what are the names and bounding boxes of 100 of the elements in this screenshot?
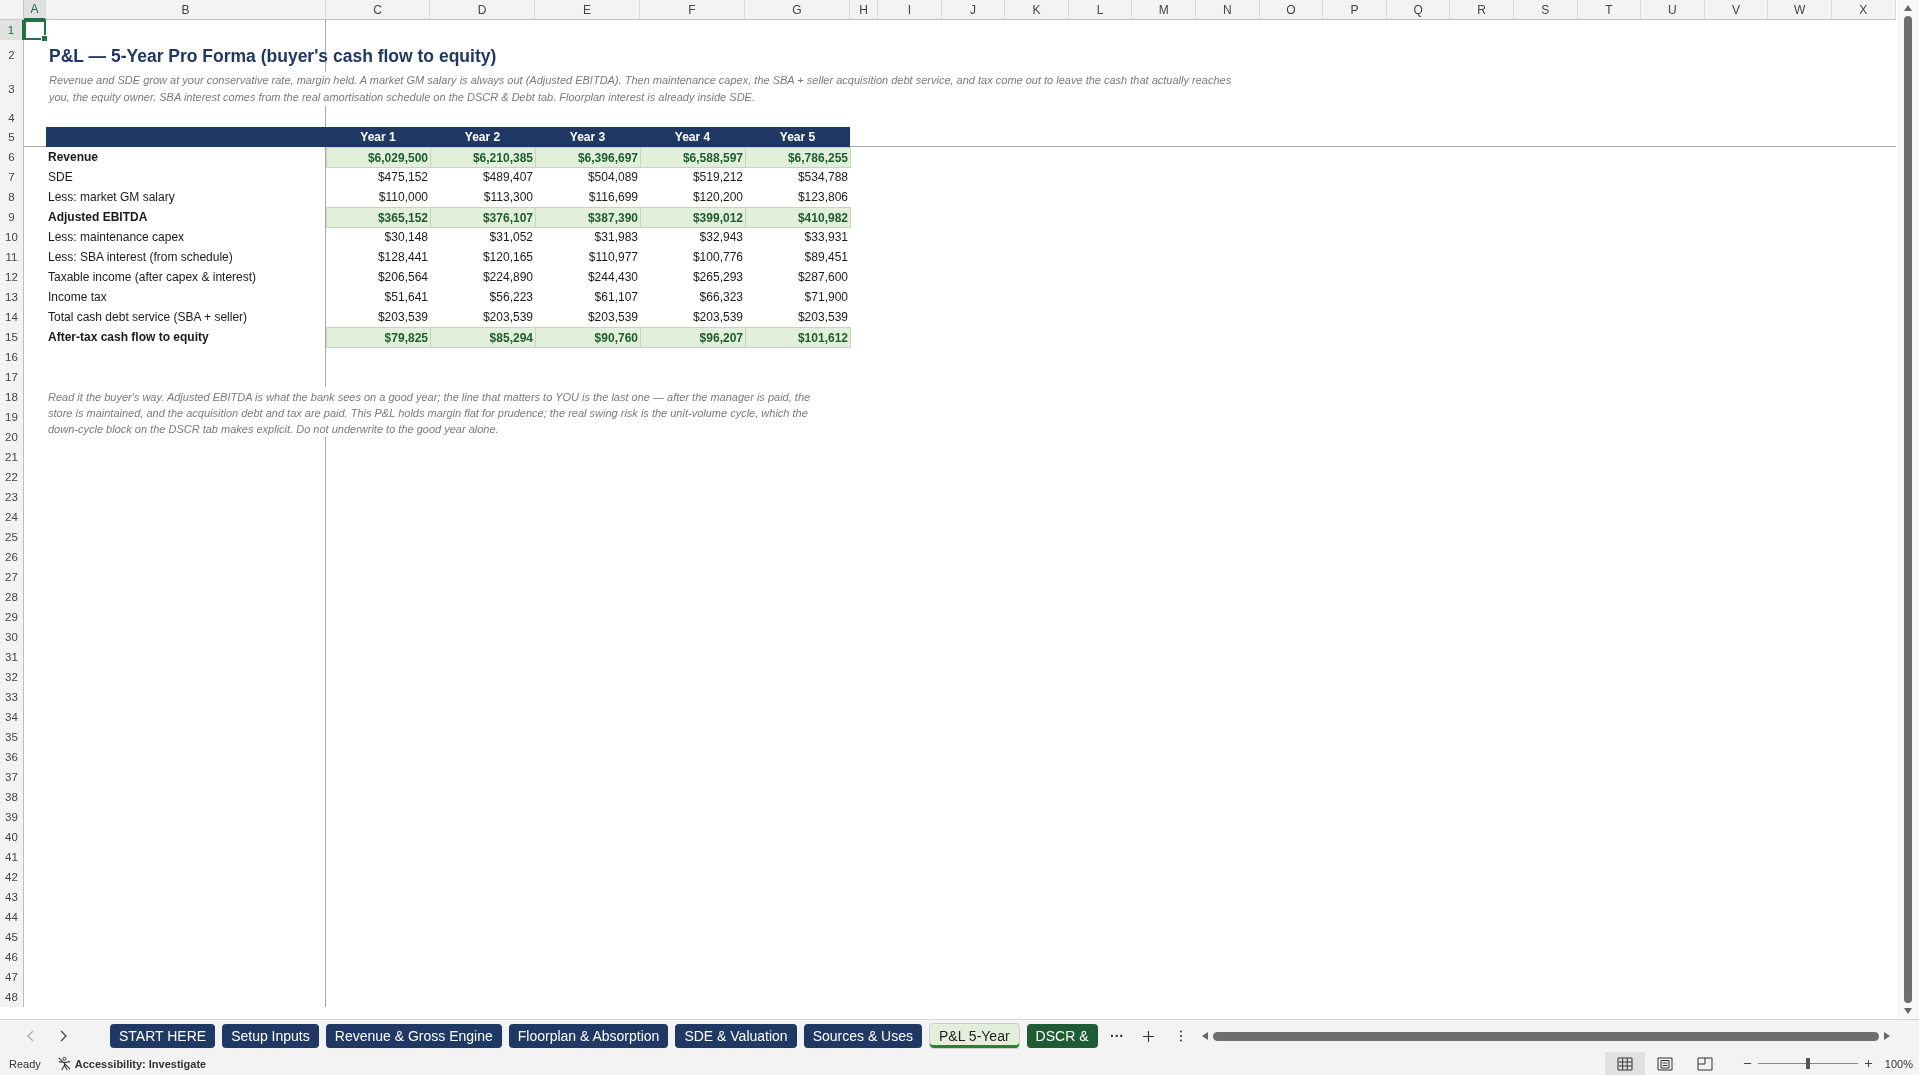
row-header[interactable]: 19 [0, 407, 24, 427]
column-header[interactable]: J [941, 0, 1006, 20]
row-header[interactable]: 32 [0, 667, 24, 687]
column-header[interactable]: G [745, 0, 850, 20]
row-header[interactable]: 18 [0, 387, 24, 407]
row-header[interactable]: 45 [0, 927, 24, 947]
row-header[interactable]: 46 [0, 947, 24, 967]
add-sheet-icon[interactable] [1142, 1029, 1155, 1043]
accessibility-status[interactable]: Accessibility: Investigate [74, 1057, 207, 1070]
row-header[interactable]: 42 [0, 867, 24, 887]
row-header[interactable]: 11 [0, 247, 24, 267]
row-header[interactable]: 40 [0, 827, 24, 847]
row-header[interactable]: 43 [0, 887, 24, 907]
column-header[interactable]: W [1768, 0, 1832, 20]
scroll-right-icon[interactable] [1883, 1031, 1891, 1041]
row-header[interactable]: 23 [0, 487, 24, 507]
column-header[interactable]: M [1132, 0, 1196, 20]
column-header[interactable]: O [1259, 0, 1324, 20]
row-header[interactable]: 33 [0, 687, 24, 707]
scroll-thumb[interactable] [1904, 16, 1912, 1003]
column-header[interactable]: U [1641, 0, 1705, 20]
row-header[interactable]: 16 [0, 347, 24, 367]
column-header[interactable]: A [24, 0, 46, 20]
scroll-thumb[interactable] [1213, 1031, 1879, 1041]
column-header[interactable]: N [1195, 0, 1260, 20]
options-icon[interactable] [1179, 1029, 1183, 1043]
row-header[interactable]: 5 [0, 127, 24, 147]
sheet-tab[interactable]: Sources & Uses [803, 1024, 922, 1048]
zoom-in-icon[interactable] [1863, 1059, 1873, 1068]
row-header[interactable]: 27 [0, 567, 24, 587]
row-header[interactable]: 25 [0, 527, 24, 547]
row-header[interactable]: 36 [0, 747, 24, 767]
column-header[interactable]: H [850, 0, 878, 20]
row-header[interactable]: 44 [0, 907, 24, 927]
row-header[interactable]: 39 [0, 807, 24, 827]
row-header[interactable]: 48 [0, 987, 24, 1007]
active-cell[interactable] [24, 20, 46, 40]
column-header[interactable]: B [46, 0, 326, 20]
scroll-down-icon[interactable] [1903, 1007, 1913, 1015]
column-header[interactable]: Q [1386, 0, 1451, 20]
column-header[interactable]: X [1831, 0, 1896, 20]
row-header[interactable]: 13 [0, 287, 24, 307]
horizontal-scrollbar[interactable] [1201, 1029, 1891, 1043]
row-header[interactable]: 21 [0, 447, 24, 467]
scroll-left-icon[interactable] [1201, 1031, 1209, 1041]
row-header[interactable]: 41 [0, 847, 24, 867]
scroll-up-icon[interactable] [1903, 4, 1913, 12]
row-header[interactable]: 7 [0, 167, 24, 187]
column-header[interactable]: R [1450, 0, 1514, 20]
row-header[interactable]: 31 [0, 647, 24, 667]
table-cell: $376,107 [430, 207, 536, 228]
row-header[interactable]: 26 [0, 547, 24, 567]
row-header[interactable]: 4 [0, 108, 24, 127]
sheet-tab[interactable]: DSCR & [1026, 1024, 1098, 1048]
column-header[interactable]: F [640, 0, 745, 20]
sheet-tab[interactable]: Revenue & Gross Engine [325, 1024, 502, 1048]
column-header[interactable]: L [1068, 0, 1133, 20]
normal-view-button[interactable] [1604, 1052, 1645, 1075]
row-header[interactable]: 47 [0, 967, 24, 987]
column-header[interactable]: D [430, 0, 535, 20]
row-header[interactable]: 10 [0, 227, 24, 247]
row-header[interactable]: 37 [0, 767, 24, 787]
row-header[interactable]: 2 [0, 40, 24, 69]
sheet-tab[interactable]: Setup Inputs [222, 1024, 319, 1048]
row-header[interactable]: 15 [0, 327, 24, 347]
row-header[interactable]: 20 [0, 427, 24, 447]
row-label: Income tax [47, 289, 108, 306]
row-header[interactable]: 38 [0, 787, 24, 807]
sheet-tab[interactable]: P&L 5-Year [929, 1023, 1020, 1049]
row-header[interactable]: 12 [0, 267, 24, 287]
column-header[interactable]: P [1323, 0, 1387, 20]
accessibility-icon[interactable] [56, 1056, 72, 1071]
vertical-scrollbar[interactable] [1897, 0, 1919, 1019]
row-header[interactable]: 34 [0, 707, 24, 727]
row-header[interactable]: 14 [0, 307, 24, 327]
row-header[interactable]: 17 [0, 367, 24, 387]
column-header[interactable]: I [878, 0, 942, 20]
row-header[interactable]: 9 [0, 207, 24, 227]
row-header[interactable]: 8 [0, 187, 24, 207]
row-header[interactable]: 22 [0, 467, 24, 487]
next-sheet-icon[interactable] [58, 1029, 68, 1043]
more-sheets-button[interactable]: ··· [1106, 1028, 1128, 1044]
row-header[interactable]: 3 [0, 69, 24, 108]
column-header[interactable]: S [1513, 0, 1578, 20]
row-header[interactable]: 29 [0, 607, 24, 627]
row-header[interactable]: 6 [0, 147, 24, 167]
column-header[interactable]: E [535, 0, 640, 20]
column-header[interactable]: K [1005, 0, 1069, 20]
row-header[interactable]: 28 [0, 587, 24, 607]
row-header[interactable]: 35 [0, 727, 24, 747]
column-header[interactable]: C [326, 0, 430, 20]
column-header[interactable]: V [1704, 0, 1769, 20]
sheet-tab[interactable]: Floorplan & Absorption [508, 1024, 669, 1048]
row-header[interactable]: 1 [0, 20, 24, 40]
row-header[interactable]: 24 [0, 507, 24, 527]
sheet-tab[interactable]: SDE & Valuation [675, 1024, 797, 1048]
zoom-level[interactable]: 100% [1884, 1057, 1913, 1070]
sheet-tab[interactable]: START HERE [110, 1024, 216, 1048]
row-header[interactable]: 30 [0, 627, 24, 647]
column-header[interactable]: T [1577, 0, 1642, 20]
